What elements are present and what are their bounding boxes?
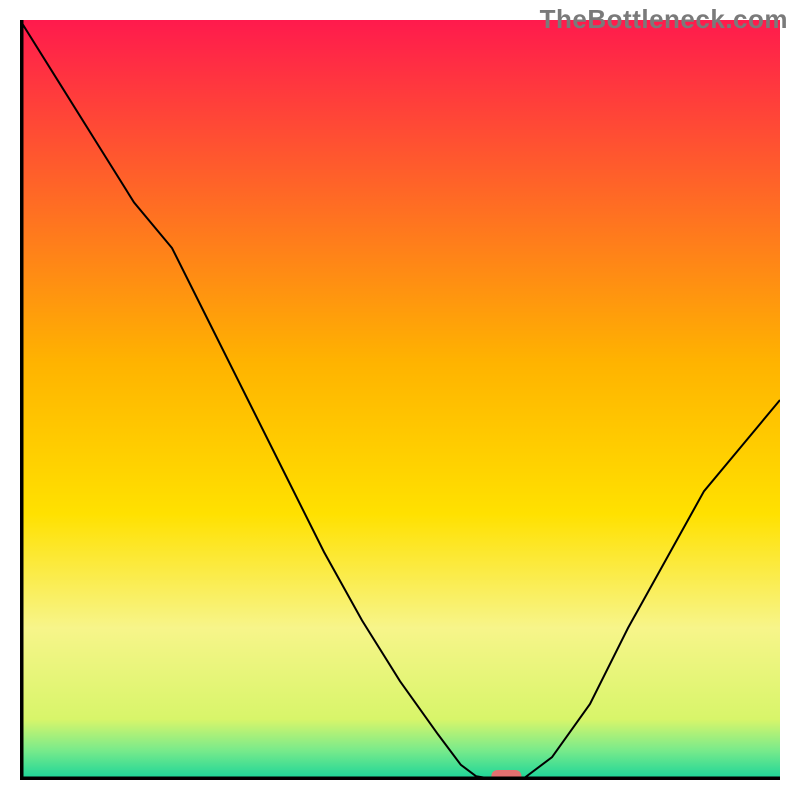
chart-wrapper: TheBottleneck.com (0, 0, 800, 800)
watermark-text: TheBottleneck.com (540, 4, 788, 35)
plot-area (20, 20, 780, 780)
gradient-background (20, 20, 780, 780)
chart-svg (20, 20, 780, 780)
